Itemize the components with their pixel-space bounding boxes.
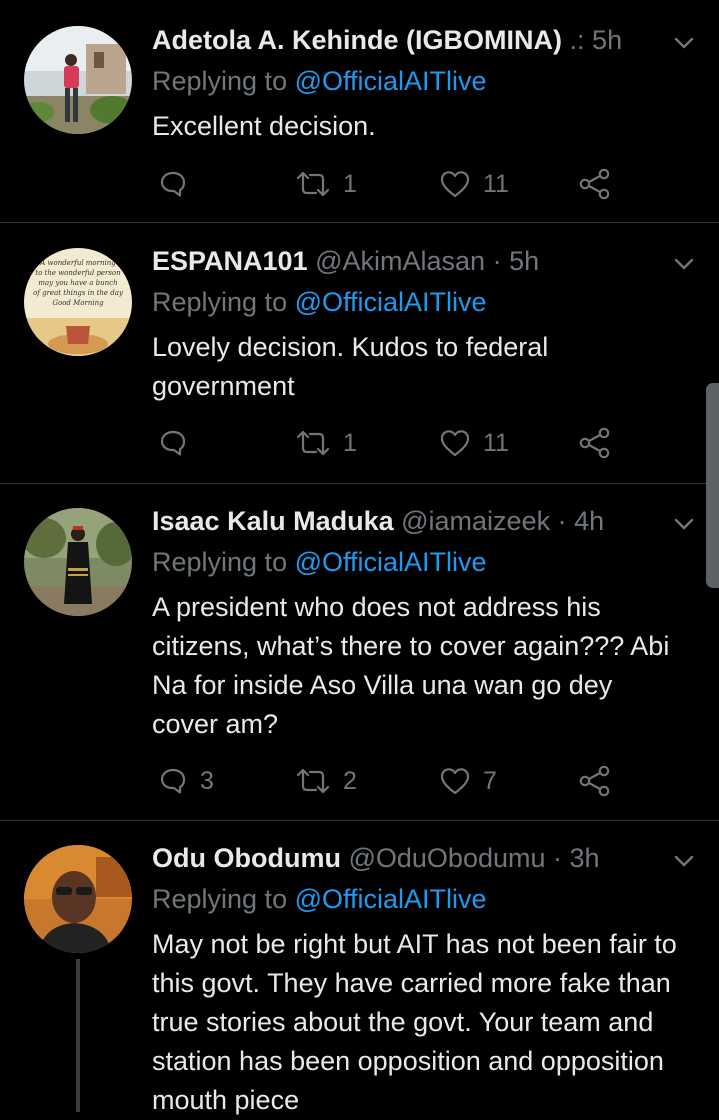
retweet-icon xyxy=(296,430,330,456)
avatar-text-line: of great things in the day xyxy=(33,289,124,297)
retweet-button[interactable]: 1 xyxy=(295,167,357,201)
like-count: 11 xyxy=(483,429,509,457)
timestamp[interactable]: 3h xyxy=(570,843,600,873)
tweet-actions: 1 11 xyxy=(152,426,632,460)
avatar-text-line: Good Morning xyxy=(52,299,104,307)
user-handle[interactable]: @AkimAlasan xyxy=(315,246,485,276)
share-icon xyxy=(579,427,610,459)
thread-connector xyxy=(76,959,80,1112)
tweet-header: Adetola A. Kehinde (IGBOMINA) .: 5h xyxy=(152,22,649,58)
tweet-header: Odu Obodumu @OduObodumu · 3h xyxy=(152,840,649,876)
replying-to-mention[interactable]: @OfficialAITlive xyxy=(295,547,487,577)
tweet-actions: 1 11 xyxy=(152,167,632,201)
avatar-text-line: may you have a bunch xyxy=(38,279,117,287)
reply-count: 3 xyxy=(200,767,214,795)
retweet-count: 1 xyxy=(343,170,357,198)
reply-button[interactable]: 3 xyxy=(158,764,214,798)
share-button[interactable] xyxy=(579,426,611,460)
like-button[interactable]: 11 xyxy=(439,426,509,460)
display-name[interactable]: Odu Obodumu xyxy=(152,843,341,873)
chevron-down-icon[interactable] xyxy=(671,30,697,56)
replying-to-label: Replying to xyxy=(152,287,288,317)
replying-to: Replying to @OfficialAITlive xyxy=(152,544,487,580)
user-handle[interactable]: @iamaizeek xyxy=(401,506,550,536)
replying-to-mention[interactable]: @OfficialAITlive xyxy=(295,287,487,317)
chevron-down-icon[interactable] xyxy=(671,511,697,537)
tweet-header: Isaac Kalu Maduka @iamaizeek · 4h xyxy=(152,503,649,539)
tweet-actions: 3 2 7 xyxy=(152,764,632,798)
reply-icon xyxy=(160,768,186,794)
retweet-icon xyxy=(296,171,330,197)
replying-to-mention[interactable]: @OfficialAITlive xyxy=(295,884,487,914)
chevron-down-icon[interactable] xyxy=(671,251,697,277)
tweet-card[interactable]: A wonderful morning to the wonderful per… xyxy=(0,223,719,484)
scrollbar[interactable] xyxy=(706,383,719,588)
replying-to-label: Replying to xyxy=(152,66,288,96)
retweet-count: 1 xyxy=(343,429,357,457)
heart-icon xyxy=(440,430,470,457)
share-icon xyxy=(579,765,610,797)
retweet-count: 2 xyxy=(343,767,357,795)
replying-to: Replying to @OfficialAITlive xyxy=(152,284,487,320)
retweet-button[interactable]: 1 xyxy=(295,426,357,460)
retweet-icon xyxy=(296,768,330,794)
replying-to-label: Replying to xyxy=(152,884,288,914)
like-count: 7 xyxy=(483,767,497,795)
avatar[interactable] xyxy=(24,26,132,134)
retweet-button[interactable]: 2 xyxy=(295,764,357,798)
like-button[interactable]: 7 xyxy=(439,764,497,798)
replying-to-mention[interactable]: @OfficialAITlive xyxy=(295,66,487,96)
heart-icon xyxy=(440,768,470,795)
header-separator: · xyxy=(557,506,567,536)
heart-icon xyxy=(440,171,470,198)
reply-feed: Adetola A. Kehinde (IGBOMINA) .: 5h Repl… xyxy=(0,0,719,1115)
reply-icon xyxy=(160,430,186,456)
replying-to: Replying to @OfficialAITlive xyxy=(152,63,487,99)
chevron-down-icon[interactable] xyxy=(671,848,697,874)
tweet-text: Excellent decision. xyxy=(152,111,376,141)
timestamp[interactable]: 5h xyxy=(509,246,539,276)
tweet-header: ESPANA101 @AkimAlasan · 5h xyxy=(152,243,649,279)
share-icon xyxy=(579,168,610,200)
header-separator: .: xyxy=(569,25,585,55)
avatar-text-line: A wonderful morning xyxy=(39,259,116,267)
tweet-text: A president who does not address his cit… xyxy=(152,592,670,739)
avatar[interactable]: A wonderful morning to the wonderful per… xyxy=(24,248,132,356)
tweet-card[interactable]: Adetola A. Kehinde (IGBOMINA) .: 5h Repl… xyxy=(0,0,719,223)
tweet-text: Lovely decision. Kudos to federal govern… xyxy=(152,332,549,401)
tweet-text: May not be right but AIT has not been fa… xyxy=(152,929,677,1115)
display-name[interactable]: Isaac Kalu Maduka xyxy=(152,506,394,536)
display-name[interactable]: Adetola A. Kehinde (IGBOMINA) xyxy=(152,25,562,55)
reply-icon xyxy=(160,171,186,197)
header-separator: · xyxy=(492,246,502,276)
like-count: 11 xyxy=(483,170,509,198)
avatar[interactable] xyxy=(24,845,132,953)
timestamp[interactable]: 5h xyxy=(592,25,622,55)
timestamp[interactable]: 4h xyxy=(574,506,604,536)
tweet-card[interactable]: Odu Obodumu @OduObodumu · 3h Replying to… xyxy=(0,821,719,1115)
like-button[interactable]: 11 xyxy=(439,167,509,201)
reply-button[interactable] xyxy=(158,426,200,460)
display-name[interactable]: ESPANA101 xyxy=(152,246,308,276)
avatar-text-line: to the wonderful person xyxy=(35,269,121,277)
replying-to-label: Replying to xyxy=(152,547,288,577)
tweet-card[interactable]: Isaac Kalu Maduka @iamaizeek · 4h Replyi… xyxy=(0,484,719,821)
replying-to: Replying to @OfficialAITlive xyxy=(152,881,487,917)
user-handle[interactable]: @OduObodumu xyxy=(348,843,545,873)
avatar[interactable] xyxy=(24,508,132,616)
reply-button[interactable] xyxy=(158,167,200,201)
share-button[interactable] xyxy=(579,167,611,201)
share-button[interactable] xyxy=(579,764,611,798)
header-separator: · xyxy=(553,843,563,873)
